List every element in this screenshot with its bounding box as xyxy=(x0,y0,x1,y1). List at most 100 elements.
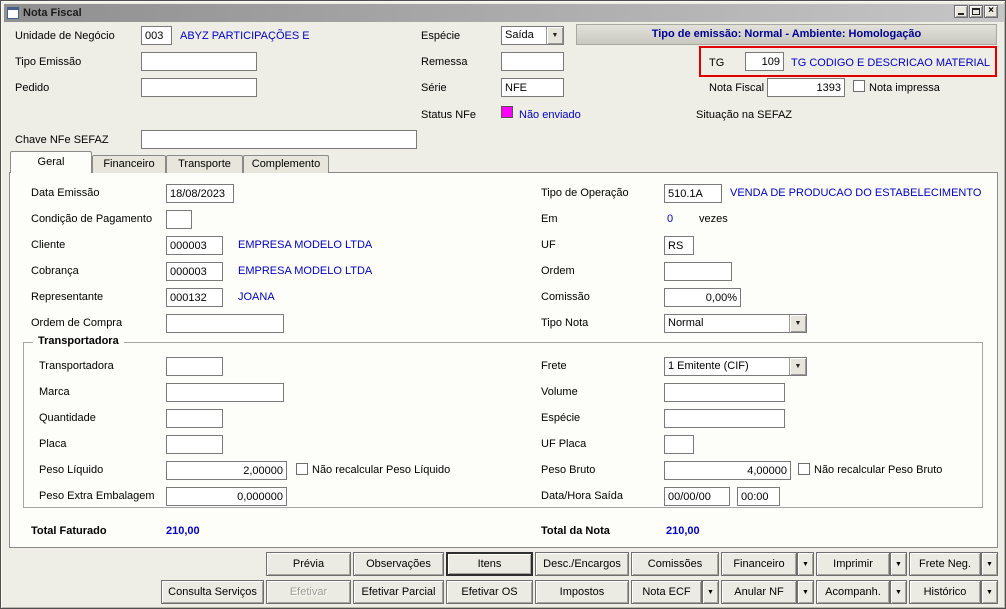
frete-value: 1 Emitente (CIF) xyxy=(668,360,749,372)
condicao-pagamento-input[interactable] xyxy=(166,210,192,229)
imprimir-dropdown-button[interactable]: ▼ xyxy=(890,552,907,576)
tab-complemento[interactable]: Complemento xyxy=(243,155,329,173)
desc-encargos-button[interactable]: Desc./Encargos xyxy=(535,552,629,576)
marca-label: Marca xyxy=(39,386,70,398)
peso-bruto-input[interactable] xyxy=(664,461,791,480)
comissao-input[interactable] xyxy=(664,288,741,307)
cliente-label: Cliente xyxy=(31,239,66,251)
especie-value: Saída xyxy=(505,29,534,41)
chave-nfe-input[interactable] xyxy=(141,130,417,149)
tab-transporte[interactable]: Transporte xyxy=(166,155,243,173)
minimize-button[interactable] xyxy=(954,5,968,18)
tipo-nota-dropdown-button[interactable]: ▼ xyxy=(789,315,806,332)
especie-transporte-input[interactable] xyxy=(664,409,785,428)
window-icon xyxy=(7,7,19,19)
cobranca-input[interactable] xyxy=(166,262,223,281)
ordem-label: Ordem xyxy=(541,265,575,277)
marca-input[interactable] xyxy=(166,383,284,402)
peso-liquido-input[interactable] xyxy=(166,461,287,480)
situacao-sefaz-label: Situação na SEFAZ xyxy=(696,109,792,121)
cliente-input[interactable] xyxy=(166,236,223,255)
historico-dropdown-button[interactable]: ▼ xyxy=(981,580,998,604)
tipo-emissao-label: Tipo Emissão xyxy=(15,56,82,68)
frete-select[interactable]: 1 Emitente (CIF) ▼ xyxy=(664,357,807,376)
previa-button[interactable]: Prévia xyxy=(266,552,351,576)
financeiro-dropdown-button[interactable]: ▼ xyxy=(797,552,814,576)
nao-recalcular-peso-liquido-label: Não recalcular Peso Líquido xyxy=(312,464,451,476)
tg-input[interactable] xyxy=(745,52,784,71)
frete-label: Frete xyxy=(541,360,567,372)
nota-impressa-label: Nota impressa xyxy=(869,82,940,94)
cliente-description: EMPRESA MODELO LTDA xyxy=(238,239,373,251)
tg-label: TG xyxy=(709,57,725,69)
uf-placa-input[interactable] xyxy=(664,435,694,454)
minimize-icon xyxy=(958,13,964,15)
hora-saida-input[interactable] xyxy=(737,487,780,506)
status-nfe-color-indicator xyxy=(501,106,513,118)
ordem-compra-label: Ordem de Compra xyxy=(31,317,123,329)
quantidade-input[interactable] xyxy=(166,409,223,428)
unidade-negocio-input[interactable] xyxy=(141,26,172,45)
itens-button[interactable]: Itens xyxy=(446,552,533,576)
frete-neg-button[interactable]: Frete Neg. xyxy=(909,552,981,576)
consulta-servicos-button[interactable]: Consulta Serviços xyxy=(161,580,264,604)
comissoes-button[interactable]: Comissões xyxy=(631,552,719,576)
em-label: Em xyxy=(541,213,558,225)
peso-liquido-label: Peso Líquido xyxy=(39,464,104,476)
frete-dropdown-button[interactable]: ▼ xyxy=(789,358,806,375)
tipo-nota-select[interactable]: Normal ▼ xyxy=(664,314,807,333)
especie-select[interactable]: Saída ▼ xyxy=(501,26,564,45)
nota-ecf-dropdown-button[interactable]: ▼ xyxy=(702,580,719,604)
tipo-nota-label: Tipo Nota xyxy=(541,317,589,329)
condicao-pagamento-label: Condição de Pagamento xyxy=(31,213,153,225)
nao-recalcular-peso-bruto-checkbox[interactable] xyxy=(798,463,810,475)
volume-input[interactable] xyxy=(664,383,785,402)
close-button[interactable]: × xyxy=(984,5,998,18)
maximize-button[interactable] xyxy=(969,5,983,18)
chevron-down-icon: ▼ xyxy=(707,588,714,596)
representante-description: JOANA xyxy=(238,291,275,303)
nota-fiscal-label: Nota Fiscal xyxy=(709,82,765,94)
efetivar-os-button[interactable]: Efetivar OS xyxy=(446,580,533,604)
total-da-nota-value: 210,00 xyxy=(666,525,700,537)
ordem-compra-input[interactable] xyxy=(166,314,284,333)
tab-financeiro[interactable]: Financeiro xyxy=(92,155,166,173)
nao-recalcular-peso-liquido-checkbox[interactable] xyxy=(296,463,308,475)
acompanh-button[interactable]: Acompanh. xyxy=(816,580,890,604)
nota-fiscal-window: Nota Fiscal × Unidade de Negócio ABYZ PA… xyxy=(0,0,1006,609)
pedido-input[interactable] xyxy=(141,78,257,97)
serie-input[interactable] xyxy=(501,78,564,97)
nota-impressa-checkbox[interactable] xyxy=(853,80,865,92)
data-saida-input[interactable] xyxy=(664,487,730,506)
ordem-input[interactable] xyxy=(664,262,732,281)
acompanh-dropdown-button[interactable]: ▼ xyxy=(890,580,907,604)
data-emissao-input[interactable] xyxy=(166,184,234,203)
tg-description: TG CODIGO E DESCRICAO MATERIAL xyxy=(791,57,991,69)
historico-button[interactable]: Histórico xyxy=(909,580,981,604)
tab-geral[interactable]: Geral xyxy=(10,151,92,173)
imprimir-button[interactable]: Imprimir xyxy=(816,552,890,576)
observacoes-button[interactable]: Observações xyxy=(353,552,444,576)
nota-ecf-button[interactable]: Nota ECF xyxy=(631,580,702,604)
financeiro-button[interactable]: Financeiro xyxy=(721,552,797,576)
uf-input[interactable] xyxy=(664,236,694,255)
peso-extra-input[interactable] xyxy=(166,487,287,506)
comissao-label: Comissão xyxy=(541,291,590,303)
uf-label: UF xyxy=(541,239,556,251)
transportadora-input[interactable] xyxy=(166,357,223,376)
anular-nf-dropdown-button[interactable]: ▼ xyxy=(797,580,814,604)
nao-recalcular-peso-bruto-label: Não recalcular Peso Bruto xyxy=(814,464,943,476)
tipo-emissao-input[interactable] xyxy=(141,52,257,71)
impostos-button[interactable]: Impostos xyxy=(535,580,629,604)
remessa-input[interactable] xyxy=(501,52,564,71)
representante-input[interactable] xyxy=(166,288,223,307)
nota-fiscal-input[interactable] xyxy=(767,78,845,97)
placa-input[interactable] xyxy=(166,435,223,454)
chevron-down-icon: ▼ xyxy=(986,560,993,568)
especie-dropdown-button[interactable]: ▼ xyxy=(546,27,563,44)
efetivar-button[interactable]: Efetivar xyxy=(266,580,351,604)
frete-neg-dropdown-button[interactable]: ▼ xyxy=(981,552,998,576)
efetivar-parcial-button[interactable]: Efetivar Parcial xyxy=(353,580,444,604)
tipo-operacao-input[interactable] xyxy=(664,184,722,203)
anular-nf-button[interactable]: Anular NF xyxy=(721,580,797,604)
